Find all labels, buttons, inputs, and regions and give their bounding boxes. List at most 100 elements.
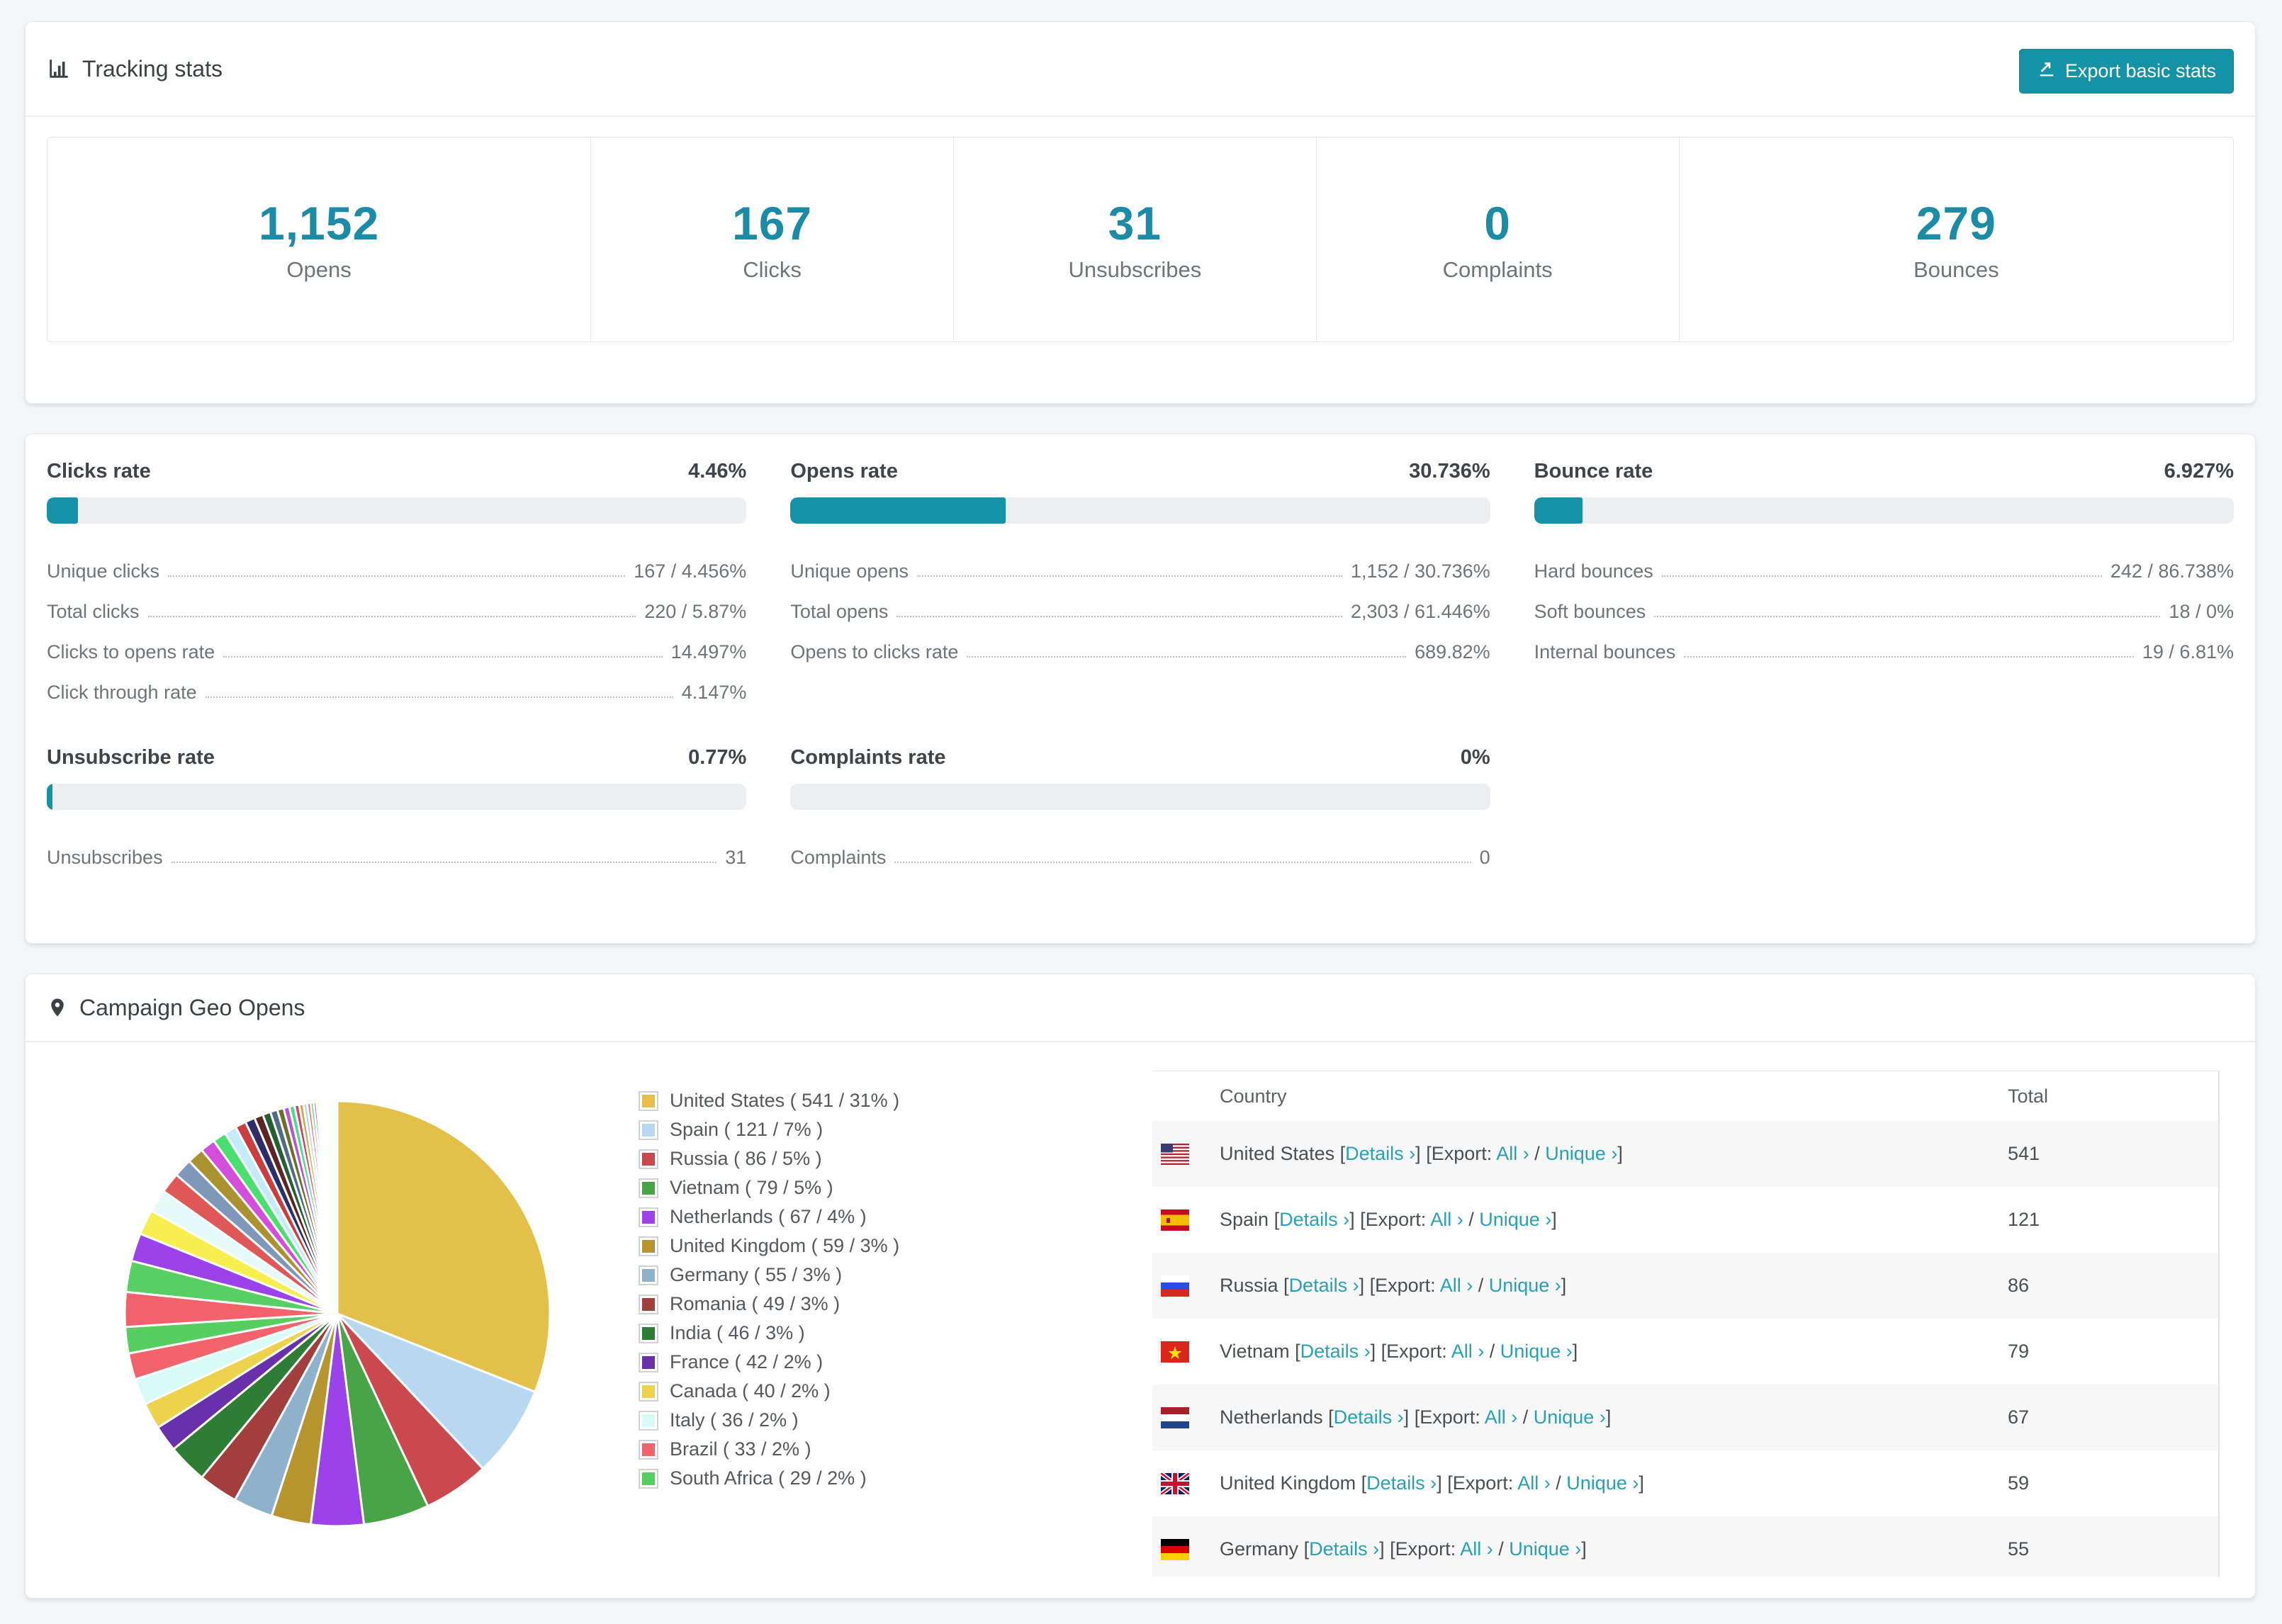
legend-item-india[interactable]: India ( 46 / 3% ) [639, 1319, 899, 1348]
rate-section-clicks-rate: Clicks rate 4.46% Unique clicks 167 / 4.456… [47, 460, 747, 706]
country-name: Germany [1220, 1538, 1299, 1560]
rate-title: Clicks rate [47, 460, 151, 483]
rate-detail-row: Complaints 0 [790, 831, 1490, 872]
rate-detail-value: 242 / 86.738% [2110, 560, 2234, 582]
details-link[interactable]: Details › [1300, 1341, 1371, 1362]
rate-detail-row: Soft bounces 18 / 0% [1534, 585, 2234, 626]
rate-title-row: Complaints rate 0% [790, 746, 1490, 769]
rate-detail-value: 19 / 6.81% [2142, 641, 2234, 662]
export-unique-link[interactable]: Unique › [1534, 1406, 1606, 1428]
stat-value: 167 [732, 197, 813, 249]
legend-item-germany[interactable]: Germany ( 55 / 3% ) [639, 1261, 899, 1290]
legend-item-south-africa[interactable]: South Africa ( 29 / 2% ) [639, 1464, 899, 1493]
country-name: Netherlands [1220, 1406, 1323, 1428]
legend-swatch [639, 1294, 658, 1314]
legend-item-romania[interactable]: Romania ( 49 / 3% ) [639, 1290, 899, 1319]
country-cell-text: United States [Details ›] [Export: All ›… [1220, 1143, 1623, 1164]
country-total: 59 [2008, 1472, 2030, 1494]
legend-swatch [639, 1265, 658, 1285]
country-name: Vietnam [1220, 1341, 1290, 1362]
rate-detail-value: 0 [1479, 847, 1490, 868]
stat-value: 31 [1108, 197, 1162, 249]
country-cell-text: Spain [Details ›] [Export: All › / Uniqu… [1220, 1209, 1557, 1230]
rate-value: 30.736% [1409, 460, 1490, 483]
legend-item-italy[interactable]: Italy ( 36 / 2% ) [639, 1406, 899, 1435]
export-all-link[interactable]: All › [1451, 1341, 1485, 1362]
export-all-link[interactable]: All › [1496, 1143, 1529, 1164]
country-name: Russia [1220, 1275, 1278, 1296]
rate-detail-label: Soft bounces [1534, 601, 1646, 622]
legend-item-netherlands[interactable]: Netherlands ( 67 / 4% ) [639, 1202, 899, 1231]
legend-swatch [639, 1323, 658, 1343]
details-link[interactable]: Details › [1334, 1406, 1404, 1428]
country-name: United Kingdom [1220, 1472, 1356, 1494]
export-all-link[interactable]: All › [1485, 1406, 1518, 1428]
export-unique-link[interactable]: Unique › [1509, 1538, 1581, 1560]
legend-item-canada[interactable]: Canada ( 40 / 2% ) [639, 1377, 899, 1406]
tracking-stats-title-text: Tracking stats [82, 55, 223, 81]
details-link[interactable]: Details › [1289, 1275, 1359, 1296]
export-all-link[interactable]: All › [1517, 1472, 1551, 1494]
legend-item-united-states[interactable]: United States ( 541 / 31% ) [639, 1086, 899, 1115]
country-cell-text: Germany [Details ›] [Export: All › / Uni… [1220, 1538, 1587, 1560]
details-link[interactable]: Details › [1309, 1538, 1379, 1560]
legend-item-united-kingdom[interactable]: United Kingdom ( 59 / 3% ) [639, 1231, 899, 1261]
export-unique-link[interactable]: Unique › [1545, 1143, 1617, 1164]
stat-label: Opens [286, 257, 352, 282]
geo-pie-chart[interactable] [118, 1094, 557, 1533]
legend-swatch [639, 1236, 658, 1256]
rate-detail-label: Unique clicks [47, 560, 160, 582]
progress-bar-fill [790, 497, 1006, 524]
rate-detail-value: 18 / 0% [2169, 601, 2234, 622]
rate-title: Unsubscribe rate [47, 746, 215, 769]
legend-label: Russia ( 86 / 5% ) [670, 1148, 822, 1169]
country-name: Spain [1220, 1209, 1269, 1230]
stat-box-clicks: 167 Clicks [591, 137, 954, 342]
details-link[interactable]: Details › [1279, 1209, 1349, 1230]
legend-swatch [639, 1352, 658, 1372]
dotted-leader [205, 697, 673, 698]
export-all-link[interactable]: All › [1440, 1275, 1473, 1296]
gb-flag-icon [1161, 1472, 1189, 1494]
vn-flag-icon [1161, 1341, 1189, 1363]
country-cell-text: Russia [Details ›] [Export: All › / Uniq… [1220, 1275, 1567, 1296]
rate-detail-label: Unsubscribes [47, 847, 163, 868]
rate-value: 6.927% [2164, 460, 2234, 483]
rate-detail-label: Total clicks [47, 601, 140, 622]
details-link[interactable]: Details › [1345, 1143, 1415, 1164]
legend-item-vietnam[interactable]: Vietnam ( 79 / 5% ) [639, 1173, 899, 1202]
country-total: 541 [2008, 1143, 2040, 1164]
rate-detail-value: 220 / 5.87% [644, 601, 747, 622]
stat-label: Unsubscribes [1068, 257, 1202, 282]
legend-label: Italy ( 36 / 2% ) [670, 1409, 799, 1431]
rate-section-bounce-rate: Bounce rate 6.927% Hard bounces 242 / 86.73… [1534, 460, 2234, 706]
rate-title: Bounce rate [1534, 460, 1653, 483]
export-unique-link[interactable]: Unique › [1479, 1209, 1551, 1230]
legend-item-spain[interactable]: Spain ( 121 / 7% ) [639, 1115, 899, 1144]
progress-bar-fill [47, 784, 52, 810]
geo-table-row-vn: Vietnam [Details ›] [Export: All › / Uni… [1152, 1319, 2218, 1385]
legend-item-brazil[interactable]: Brazil ( 33 / 2% ) [639, 1435, 899, 1464]
rate-title-row: Unsubscribe rate 0.77% [47, 746, 746, 769]
rate-detail-row: Unique clicks 167 / 4.456% [47, 545, 746, 585]
export-unique-link[interactable]: Unique › [1500, 1341, 1573, 1362]
geo-table-container[interactable]: Country Total United States [Details ›] … [1152, 1071, 2220, 1577]
stat-box-opens: 1,152 Opens [47, 137, 592, 342]
export-all-link[interactable]: All › [1460, 1538, 1493, 1560]
export-basic-stats-button[interactable]: Export basic stats [2018, 49, 2234, 94]
dotted-leader [171, 862, 717, 863]
geo-card-body: United States ( 541 / 31% ) Spain ( 121 /… [26, 1042, 2255, 1577]
legend-label: Brazil ( 33 / 2% ) [670, 1438, 811, 1460]
rate-detail-row: Click through rate 4.147% [47, 666, 746, 706]
legend-item-russia[interactable]: Russia ( 86 / 5% ) [639, 1144, 899, 1173]
stat-box-bounces: 279 Bounces [1680, 137, 2233, 342]
details-link[interactable]: Details › [1366, 1472, 1437, 1494]
export-all-link[interactable]: All › [1430, 1209, 1463, 1230]
rate-detail-row: Internal bounces 19 / 6.81% [1534, 626, 2234, 666]
stat-label: Bounces [1913, 257, 1999, 282]
export-unique-link[interactable]: Unique › [1489, 1275, 1561, 1296]
legend-item-france[interactable]: France ( 42 / 2% ) [639, 1348, 899, 1377]
export-unique-link[interactable]: Unique › [1566, 1472, 1639, 1494]
rate-detail-label: Hard bounces [1534, 560, 1653, 582]
legend-label: Netherlands ( 67 / 4% ) [670, 1206, 867, 1227]
